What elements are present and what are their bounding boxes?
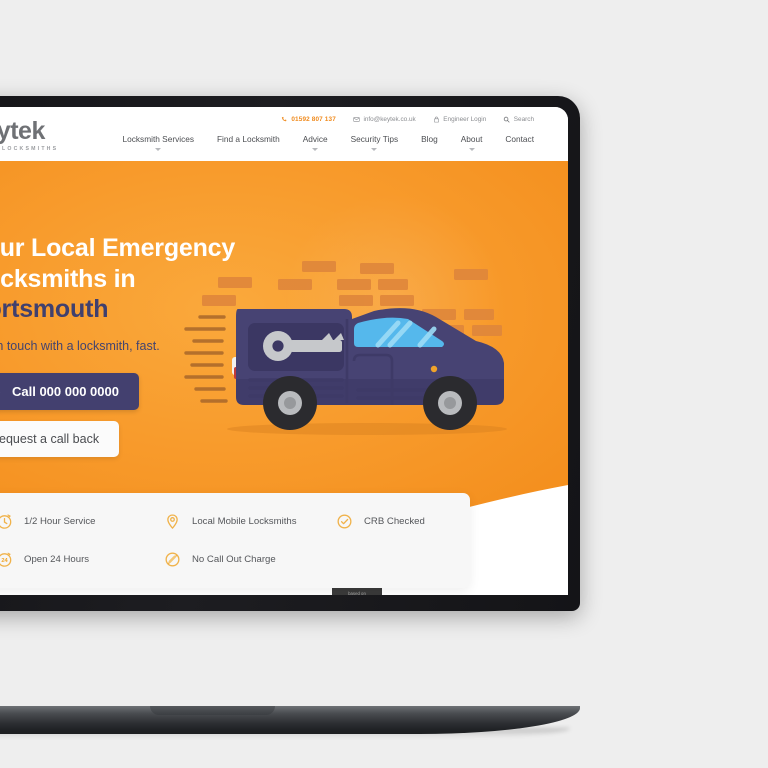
utility-bar: 01592 807 137 info@keytek.co.uk Engineer…	[281, 116, 534, 123]
user-lock-icon	[433, 116, 439, 123]
features-row-1: 1/2 Hour Service Local Mobile Locksmiths	[0, 513, 470, 530]
nav-item-security-tips[interactable]: Security Tips	[350, 134, 399, 151]
van-wheel-front	[423, 376, 477, 430]
feature-label: CRB Checked	[364, 516, 425, 527]
utility-email[interactable]: info@keytek.co.uk	[353, 116, 416, 123]
hero-subtitle: Get in touch with a locksmith, fast.	[0, 338, 160, 353]
svg-text:24: 24	[1, 558, 8, 564]
nav-label: Security Tips	[350, 134, 399, 144]
utility-engineer-login[interactable]: Engineer Login	[433, 116, 487, 123]
logo-tagline: LOCKSMITHS	[2, 146, 59, 152]
utility-search-label: Search	[513, 116, 534, 123]
nav-item-blog[interactable]: Blog	[421, 134, 438, 151]
nav-item-contact[interactable]: Contact	[505, 134, 534, 151]
nav-label: About	[460, 134, 483, 144]
request-callback-button[interactable]: Request a call back	[0, 420, 120, 457]
feature-label: 1/2 Hour Service	[24, 516, 96, 527]
feefo-caption-line1: based on	[348, 591, 366, 595]
feature-crb-checked: CRB Checked	[336, 513, 425, 530]
chevron-down-icon	[155, 148, 162, 151]
clock-icon	[0, 514, 12, 529]
hero-title-line2: Locksmiths in	[0, 264, 136, 293]
nav-item-about[interactable]: About	[460, 134, 483, 151]
feature-open-24-hours: 24 Open 24 Hours	[0, 551, 164, 568]
feature-no-call-out-charge: No Call Out Charge	[164, 551, 336, 568]
feature-label: No Call Out Charge	[192, 554, 276, 565]
nav-label: Find a Locksmith	[216, 134, 280, 144]
browser-screen: keytek LOCKSMITHS 01592 807 137	[0, 107, 568, 595]
feature-half-hour-service: 1/2 Hour Service	[0, 513, 164, 530]
main-navigation: Locksmith Services Find a Locksmith Advi…	[123, 134, 534, 151]
van-indicator	[430, 365, 438, 373]
utility-phone[interactable]: 01592 807 137	[281, 116, 336, 123]
search-icon	[504, 116, 510, 123]
feature-label: Local Mobile Locksmiths	[192, 516, 297, 527]
nav-label: Blog	[421, 134, 438, 144]
phone-icon	[281, 116, 287, 122]
nav-label: Locksmith Services	[122, 134, 194, 144]
utility-email-label: info@keytek.co.uk	[363, 116, 416, 123]
page-title: Your Local Emergency Locksmiths in Ports…	[0, 233, 300, 325]
utility-engineer-login-label: Engineer Login	[443, 116, 487, 123]
laptop-base-notch	[150, 706, 275, 715]
features-row-2: 24 Open 24 Hours No Call Out Charge	[0, 551, 470, 568]
nav-label: Contact	[505, 134, 534, 144]
check-circle-icon	[337, 514, 352, 529]
24-hours-icon: 24	[0, 552, 12, 567]
features-card: 1/2 Hour Service Local Mobile Locksmiths	[0, 493, 470, 588]
call-button-label: Call 000 000 0000	[12, 383, 119, 399]
feature-label: Open 24 Hours	[24, 554, 90, 565]
map-pin-icon	[167, 514, 178, 530]
no-charge-icon	[165, 552, 180, 567]
logo-letters-eytek: eytek	[0, 117, 45, 145]
chevron-down-icon	[312, 148, 319, 151]
hero-copy: Your Local Emergency Locksmiths in Ports…	[0, 233, 300, 457]
nav-item-locksmith-services[interactable]: Locksmith Services	[123, 134, 194, 151]
utility-search[interactable]: Search	[503, 116, 534, 123]
utility-phone-label: 01592 807 137	[291, 116, 336, 123]
nav-item-advice[interactable]: Advice	[303, 134, 328, 151]
site-header: keytek LOCKSMITHS 01592 807 137	[0, 107, 568, 161]
feefo-caption: based on Customer Feedback	[332, 591, 382, 595]
nav-label: Advice	[302, 134, 328, 144]
laptop-mockup: keytek LOCKSMITHS 01592 807 137	[0, 96, 580, 738]
hero-title-line1: Your Local Emergency	[0, 234, 236, 262]
hero-section: Your Local Emergency Locksmiths in Ports…	[0, 161, 568, 595]
phone-icon	[0, 391, 1, 393]
laptop-base-shadow	[0, 728, 570, 738]
hero-title-city: Portsmouth	[0, 295, 109, 323]
chevron-down-icon	[371, 148, 378, 151]
chevron-down-icon	[468, 148, 475, 151]
site-logo[interactable]: keytek LOCKSMITHS	[0, 119, 62, 153]
logo-wordmark: keytek	[0, 119, 62, 144]
nav-item-find-a-locksmith[interactable]: Find a Locksmith	[217, 134, 280, 151]
feature-local-mobile-locksmiths: Local Mobile Locksmiths	[164, 513, 336, 530]
call-button[interactable]: Call 000 000 0000	[0, 372, 139, 410]
envelope-icon	[353, 117, 360, 122]
request-callback-label: Request a call back	[0, 431, 100, 446]
screenshot-stage: keytek LOCKSMITHS 01592 807 137	[0, 0, 768, 768]
